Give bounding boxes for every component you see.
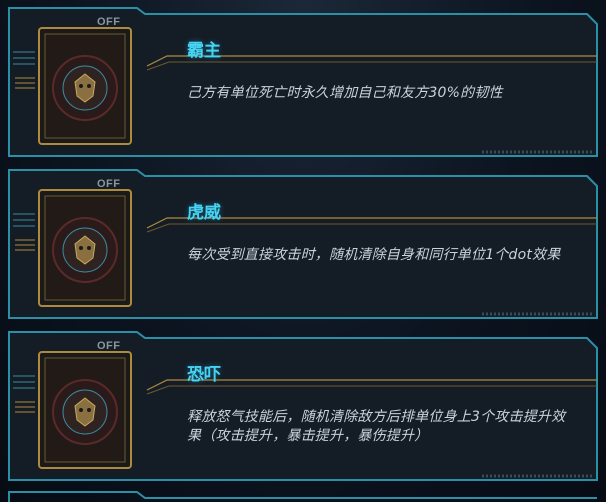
skill-description: 释放怒气技能后，随机清除敌方后排单位身上3个攻击提升效果（攻击提升，暴击提升，暴… <box>187 409 566 444</box>
status-off-label: OFF <box>97 16 121 28</box>
tiger-emblem-icon <box>38 27 132 145</box>
tiger-emblem-icon <box>38 351 132 469</box>
skill-name: 虎威 <box>187 203 221 223</box>
skill-card[interactable]: OFF 霸主 己方有单位死亡时永久增加自己和友方30%的韧性 <box>7 6 599 158</box>
skill-name: 霸主 <box>187 41 221 61</box>
status-off-label: OFF <box>97 178 121 190</box>
skill-list: OFF 霸主 己方有单位死亡时永久增加自己和友方30%的韧性 OFF 虎威 每次… <box>0 0 606 502</box>
skill-card[interactable]: OFF 虎威 每次受到直接攻击时，随机清除自身和同行单位1个dot效果 <box>7 168 599 320</box>
next-card-edge <box>8 491 597 502</box>
tiger-emblem-icon <box>38 189 132 307</box>
status-off-label: OFF <box>97 340 121 352</box>
skill-description: 每次受到直接攻击时，随机清除自身和同行单位1个dot效果 <box>187 247 561 263</box>
skill-name: 恐吓 <box>187 365 221 385</box>
skill-description: 己方有单位死亡时永久增加自己和友方30%的韧性 <box>187 85 503 101</box>
skill-card[interactable]: OFF 恐吓 释放怒气技能后，随机清除敌方后排单位身上3个攻击提升效果（攻击提升… <box>7 330 599 482</box>
